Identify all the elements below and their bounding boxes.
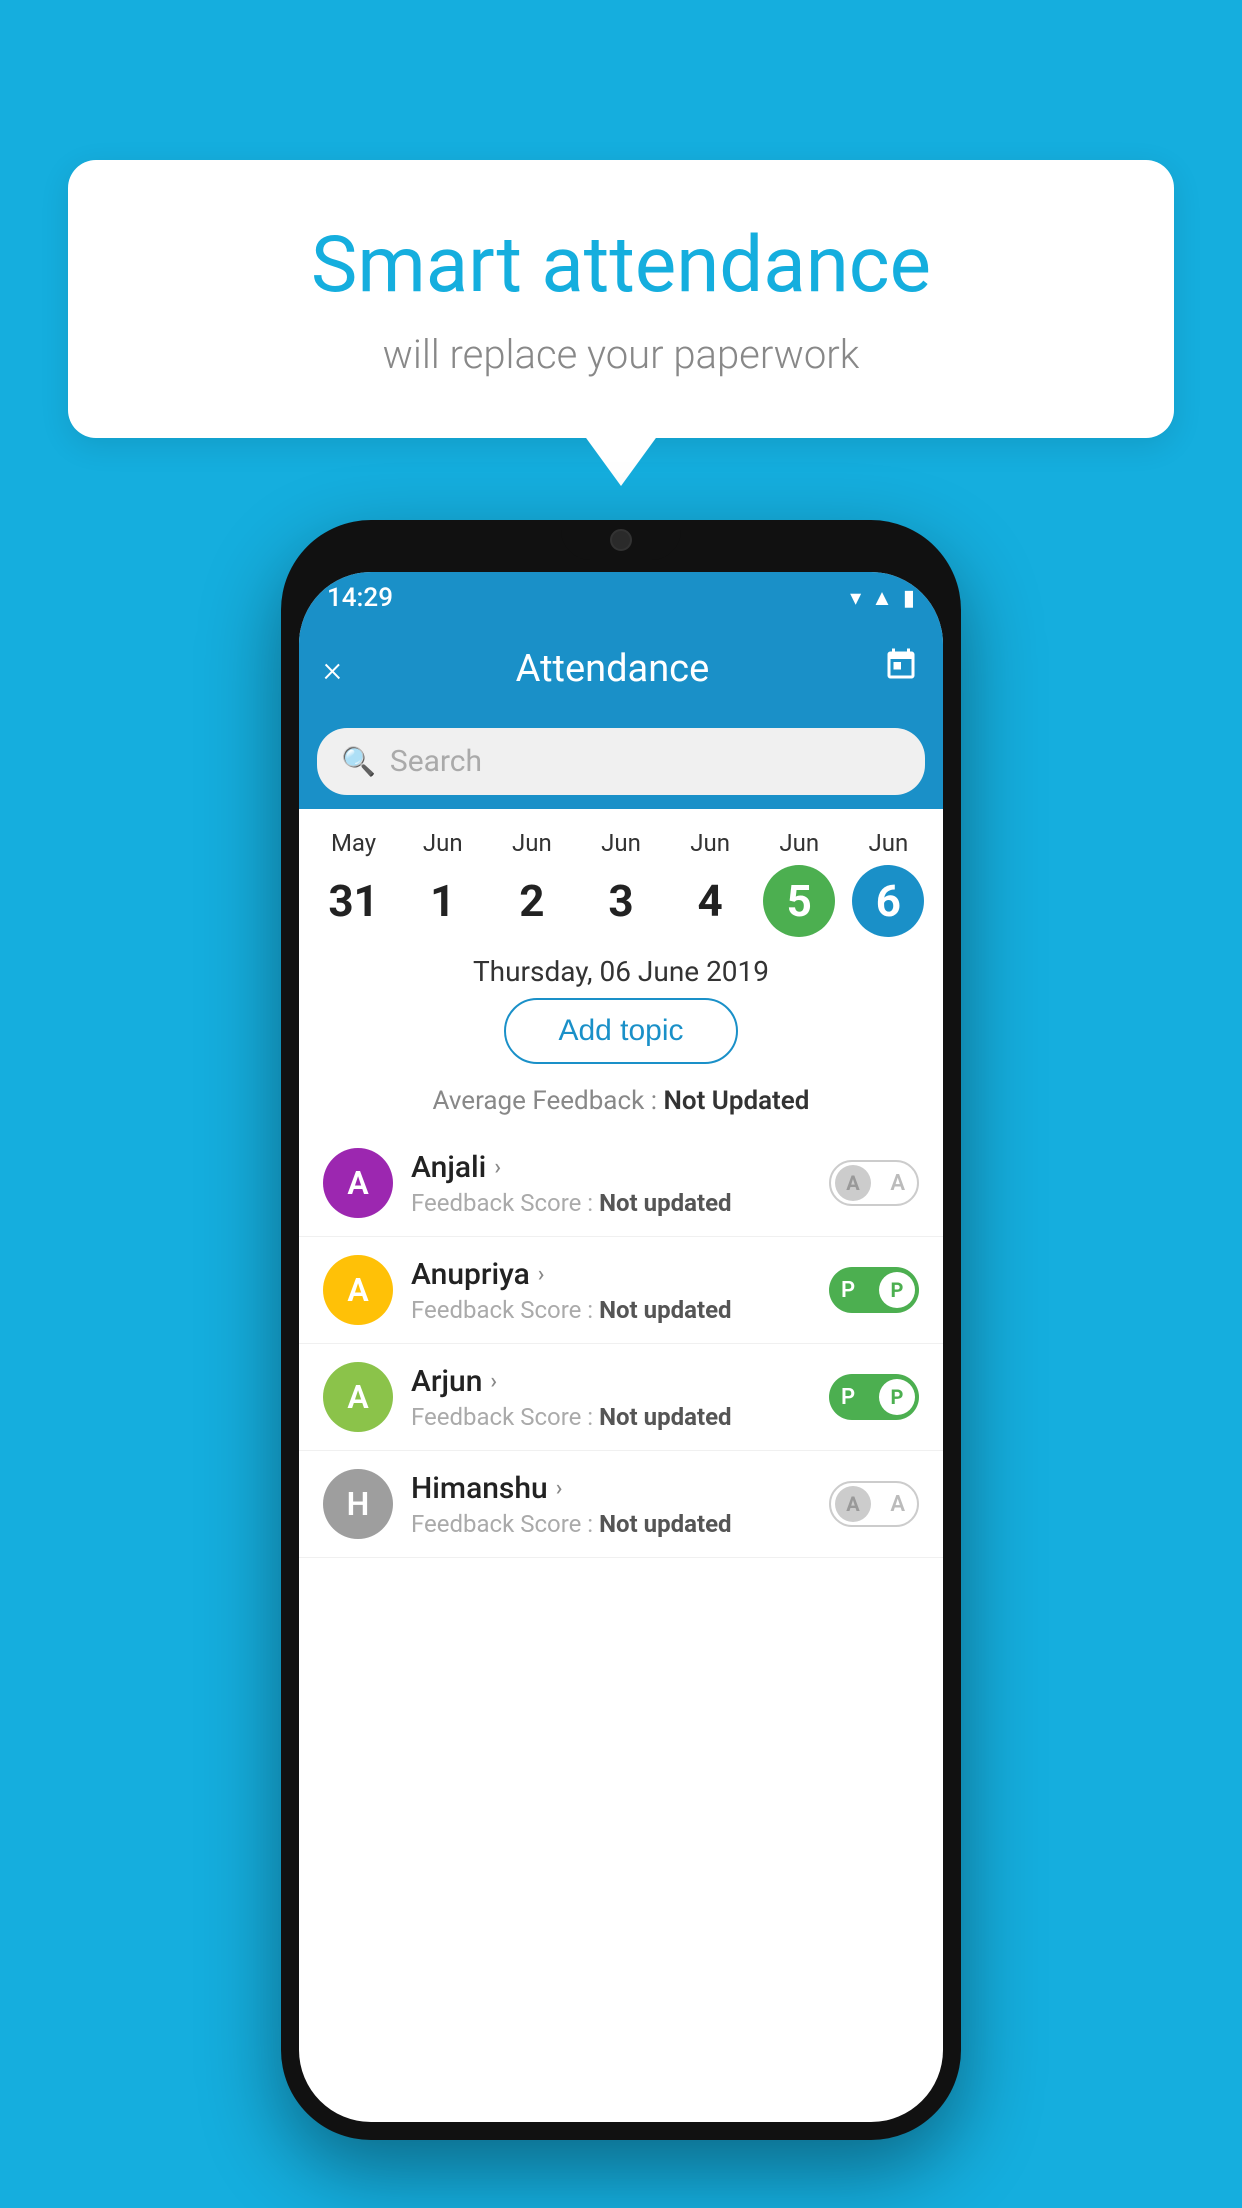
speech-bubble: Smart attendance will replace your paper… (68, 160, 1174, 438)
feedback-score: Feedback Score : Not updated (411, 1403, 811, 1431)
avg-feedback-value: Not Updated (663, 1086, 809, 1116)
toggle-knob-letter: P (891, 1385, 904, 1409)
date-number[interactable]: 2 (496, 865, 568, 937)
feedback-value: Not updated (599, 1296, 731, 1324)
toggle-knob-letter: A (846, 1492, 859, 1516)
toggle-knob: A (835, 1486, 871, 1522)
feedback-score: Feedback Score : Not updated (411, 1296, 811, 1324)
front-camera (610, 529, 632, 551)
toggle-off[interactable]: A A (829, 1160, 919, 1206)
search-container: 🔍 Search (299, 714, 943, 809)
attendance-toggle[interactable]: P P (829, 1374, 919, 1420)
date-cell[interactable]: Jun 3 (576, 829, 665, 937)
selected-date-label: Thursday, 06 June 2019 (299, 937, 943, 998)
student-list: A Anjali › Feedback Score : Not updated A … (299, 1130, 943, 1558)
attendance-toggle[interactable]: A A (829, 1160, 919, 1206)
date-cell[interactable]: Jun 5 (755, 829, 844, 937)
attendance-toggle[interactable]: A A (829, 1481, 919, 1527)
date-number[interactable]: 6 (852, 865, 924, 937)
toggle-label: P (841, 1385, 855, 1410)
toggle-label: A (890, 1492, 905, 1517)
date-month: Jun (869, 829, 909, 857)
student-name: Anupriya › (411, 1257, 811, 1292)
student-item[interactable]: A Arjun › Feedback Score : Not updated P P (299, 1344, 943, 1451)
search-bar[interactable]: 🔍 Search (317, 728, 925, 795)
phone-screen: 14:29 ▾ ▲ ▮ × Attendance 🔍 Search (299, 572, 943, 2122)
avatar: A (323, 1362, 393, 1432)
chevron-icon: › (490, 1369, 497, 1394)
toggle-off[interactable]: A A (829, 1481, 919, 1527)
wifi-icon: ▾ (850, 586, 861, 611)
date-month: Jun (512, 829, 552, 857)
toggle-on[interactable]: P P (829, 1267, 919, 1313)
status-time: 14:29 (327, 583, 393, 613)
avatar: A (323, 1255, 393, 1325)
search-icon: 🔍 (341, 745, 376, 778)
student-info: Anjali › Feedback Score : Not updated (411, 1150, 811, 1217)
speech-bubble-container: Smart attendance will replace your paper… (68, 160, 1174, 438)
toggle-knob: P (879, 1272, 915, 1308)
feedback-score: Feedback Score : Not updated (411, 1510, 811, 1538)
date-number[interactable]: 1 (407, 865, 479, 937)
bubble-title: Smart attendance (128, 220, 1114, 311)
toggle-knob-letter: P (891, 1278, 904, 1302)
add-topic-button[interactable]: Add topic (504, 998, 737, 1064)
date-number[interactable]: 4 (674, 865, 746, 937)
status-icons: ▾ ▲ ▮ (850, 585, 915, 611)
date-number[interactable]: 5 (763, 865, 835, 937)
toggle-on[interactable]: P P (829, 1374, 919, 1420)
phone-notch (561, 520, 681, 560)
feedback-value: Not updated (599, 1510, 731, 1538)
date-month: May (331, 829, 376, 857)
battery-icon: ▮ (903, 586, 915, 611)
avatar: A (323, 1148, 393, 1218)
toggle-knob-letter: A (846, 1171, 859, 1195)
date-month: Jun (779, 829, 819, 857)
student-info: Arjun › Feedback Score : Not updated (411, 1364, 811, 1431)
status-bar: 14:29 ▾ ▲ ▮ (299, 572, 943, 624)
avg-feedback-label: Average Feedback : (433, 1086, 657, 1116)
search-input[interactable]: Search (390, 744, 482, 779)
average-feedback: Average Feedback : Not Updated (299, 1080, 943, 1130)
student-item[interactable]: A Anjali › Feedback Score : Not updated A … (299, 1130, 943, 1237)
attendance-toggle[interactable]: P P (829, 1267, 919, 1313)
chevron-icon: › (494, 1155, 501, 1180)
date-cell[interactable]: Jun 6 (844, 829, 933, 937)
app-header: × Attendance (299, 624, 943, 714)
student-name: Himanshu › (411, 1471, 811, 1506)
close-button[interactable]: × (323, 648, 342, 690)
date-number[interactable]: 3 (585, 865, 657, 937)
toggle-label: P (841, 1278, 855, 1303)
toggle-label: A (890, 1171, 905, 1196)
student-info: Anupriya › Feedback Score : Not updated (411, 1257, 811, 1324)
date-cell[interactable]: Jun 2 (487, 829, 576, 937)
date-cell[interactable]: May 31 (309, 829, 398, 937)
toggle-knob: P (879, 1379, 915, 1415)
student-item[interactable]: HHimanshu ›Feedback Score : Not updated … (299, 1451, 943, 1558)
date-number[interactable]: 31 (318, 865, 390, 937)
student-info: Himanshu › Feedback Score : Not updated (411, 1471, 811, 1538)
date-month: Jun (423, 829, 463, 857)
student-name: Arjun › (411, 1364, 811, 1399)
toggle-knob: A (835, 1165, 871, 1201)
date-cell[interactable]: Jun 1 (398, 829, 487, 937)
chevron-icon: › (538, 1262, 545, 1287)
content-area: May 31 Jun 1 Jun 2 Jun 3 Jun 4 Jun 5 Jun 6 Thursday, … (299, 809, 943, 1558)
date-row: May 31 Jun 1 Jun 2 Jun 3 Jun 4 Jun 5 Jun 6 (299, 809, 943, 937)
header-title: Attendance (516, 647, 710, 691)
phone-frame: 14:29 ▾ ▲ ▮ × Attendance 🔍 Search (281, 520, 961, 2140)
feedback-score: Feedback Score : Not updated (411, 1189, 811, 1217)
student-item[interactable]: AAnupriya ›Feedback Score : Not updated … (299, 1237, 943, 1344)
date-month: Jun (601, 829, 641, 857)
feedback-value: Not updated (599, 1403, 731, 1431)
calendar-icon[interactable] (883, 647, 919, 691)
signal-icon: ▲ (871, 585, 893, 611)
student-name: Anjali › (411, 1150, 811, 1185)
avatar: H (323, 1469, 393, 1539)
bubble-subtitle: will replace your paperwork (128, 331, 1114, 378)
date-month: Jun (690, 829, 730, 857)
date-cell[interactable]: Jun 4 (666, 829, 755, 937)
feedback-value: Not updated (599, 1189, 731, 1217)
chevron-icon: › (556, 1476, 563, 1501)
